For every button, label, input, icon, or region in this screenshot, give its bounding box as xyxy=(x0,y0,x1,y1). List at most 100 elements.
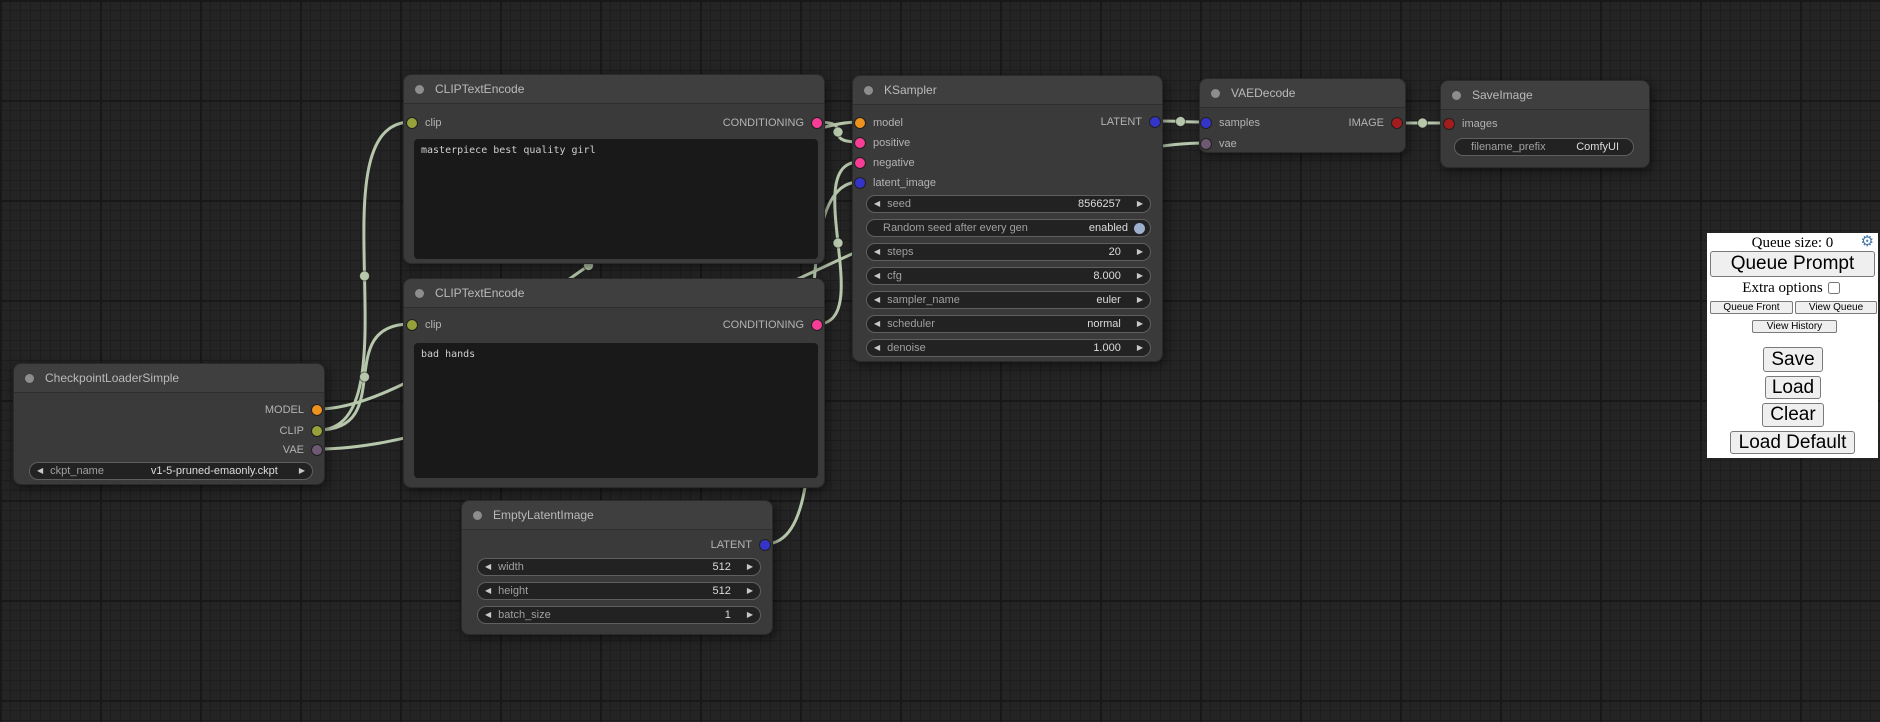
filename-prefix-widget[interactable]: filename_prefix ComfyUI xyxy=(1454,138,1634,156)
decrement-arrow-icon[interactable]: ◀ xyxy=(867,268,887,284)
node-ksampler[interactable]: KSampler model positive negative latent_… xyxy=(852,75,1163,362)
increment-arrow-icon[interactable]: ▶ xyxy=(1130,196,1150,212)
increment-arrow-icon[interactable]: ▶ xyxy=(1130,292,1150,308)
load-default-button[interactable]: Load Default xyxy=(1730,431,1855,454)
decrement-arrow-icon[interactable]: ◀ xyxy=(478,583,498,599)
decrement-arrow-icon[interactable]: ◀ xyxy=(867,316,887,332)
model-slot-dot-icon[interactable] xyxy=(312,405,322,415)
increment-arrow-icon[interactable]: ▶ xyxy=(1130,340,1150,356)
node-header[interactable]: KSampler xyxy=(853,76,1162,105)
steps-widget[interactable]: ◀ steps 20 ▶ xyxy=(866,243,1151,261)
width-widget[interactable]: ◀ width 512 ▶ xyxy=(477,558,761,576)
vae-slot-dot-icon[interactable] xyxy=(312,445,322,455)
clip-slot-dot-icon[interactable] xyxy=(407,320,417,330)
output-slot-model[interactable]: MODEL xyxy=(265,403,322,417)
clip-slot-dot-icon[interactable] xyxy=(312,426,322,436)
decrement-arrow-icon[interactable]: ◀ xyxy=(867,244,887,260)
node-header[interactable]: CLIPTextEncode xyxy=(404,75,824,104)
graph-canvas[interactable]: { "icons": { "arrow_left": "◀", "arrow_r… xyxy=(0,0,1880,722)
vae-slot-dot-icon[interactable] xyxy=(1201,139,1211,149)
input-slot-images[interactable]: images xyxy=(1444,117,1497,131)
collapse-dot-icon[interactable] xyxy=(473,511,482,520)
toggle-on-icon[interactable] xyxy=(1134,223,1145,234)
node-header[interactable]: SaveImage xyxy=(1441,81,1649,110)
sampler-name-combo[interactable]: ◀ sampler_name euler ▶ xyxy=(866,291,1151,309)
latent-slot-dot-icon[interactable] xyxy=(855,178,865,188)
increment-arrow-icon[interactable]: ▶ xyxy=(740,559,760,575)
image-slot-dot-icon[interactable] xyxy=(1444,119,1454,129)
input-slot-clip[interactable]: clip xyxy=(407,116,442,130)
output-slot-vae[interactable]: VAE xyxy=(283,443,322,457)
input-slot-positive[interactable]: positive xyxy=(855,136,910,150)
output-slot-clip[interactable]: CLIP xyxy=(280,424,322,438)
conditioning-slot-dot-icon[interactable] xyxy=(812,118,822,128)
increment-arrow-icon[interactable]: ▶ xyxy=(1130,268,1150,284)
conditioning-slot-dot-icon[interactable] xyxy=(812,320,822,330)
latent-slot-dot-icon[interactable] xyxy=(1201,118,1211,128)
increment-arrow-icon[interactable]: ▶ xyxy=(740,583,760,599)
queue-prompt-button[interactable]: Queue Prompt xyxy=(1710,251,1875,277)
decrement-arrow-icon[interactable]: ◀ xyxy=(867,196,887,212)
node-clip-text-encode-negative[interactable]: CLIPTextEncode clip CONDITIONING bad han… xyxy=(403,278,825,488)
output-slot-conditioning[interactable]: CONDITIONING xyxy=(723,318,822,332)
input-slot-negative[interactable]: negative xyxy=(855,156,915,170)
prompt-textarea[interactable]: bad hands xyxy=(414,343,818,478)
collapse-dot-icon[interactable] xyxy=(864,86,873,95)
collapse-dot-icon[interactable] xyxy=(25,374,34,383)
node-header[interactable]: EmptyLatentImage xyxy=(462,501,772,530)
decrement-arrow-icon[interactable]: ◀ xyxy=(478,559,498,575)
input-slot-clip[interactable]: clip xyxy=(407,318,442,332)
output-slot-conditioning[interactable]: CONDITIONING xyxy=(723,116,822,130)
collapse-dot-icon[interactable] xyxy=(1452,91,1461,100)
node-header[interactable]: CLIPTextEncode xyxy=(404,279,824,308)
latent-slot-dot-icon[interactable] xyxy=(1150,117,1160,127)
decrement-arrow-icon[interactable]: ◀ xyxy=(478,607,498,623)
save-button[interactable]: Save xyxy=(1763,347,1823,372)
image-slot-dot-icon[interactable] xyxy=(1392,118,1402,128)
random-seed-toggle[interactable]: Random seed after every gen enabled xyxy=(866,219,1151,237)
model-slot-dot-icon[interactable] xyxy=(855,118,865,128)
collapse-dot-icon[interactable] xyxy=(1211,89,1220,98)
view-queue-button[interactable]: View Queue xyxy=(1795,301,1877,314)
batch-size-widget[interactable]: ◀ batch_size 1 ▶ xyxy=(477,606,761,624)
decrement-arrow-icon[interactable]: ◀ xyxy=(30,463,50,479)
output-slot-image[interactable]: IMAGE xyxy=(1349,116,1402,130)
collapse-dot-icon[interactable] xyxy=(415,85,424,94)
load-button[interactable]: Load xyxy=(1765,376,1821,399)
node-header[interactable]: CheckpointLoaderSimple xyxy=(14,364,324,393)
prompt-textarea[interactable]: masterpiece best quality girl xyxy=(414,139,818,259)
output-slot-latent[interactable]: LATENT xyxy=(1101,115,1160,129)
node-save-image[interactable]: SaveImage images filename_prefix ComfyUI xyxy=(1440,80,1650,168)
decrement-arrow-icon[interactable]: ◀ xyxy=(867,340,887,356)
input-slot-latent-image[interactable]: latent_image xyxy=(855,176,936,190)
denoise-widget[interactable]: ◀ denoise 1.000 ▶ xyxy=(866,339,1151,357)
decrement-arrow-icon[interactable]: ◀ xyxy=(867,292,887,308)
input-slot-vae[interactable]: vae xyxy=(1201,137,1237,151)
increment-arrow-icon[interactable]: ▶ xyxy=(1130,316,1150,332)
queue-front-button[interactable]: Queue Front xyxy=(1710,301,1793,314)
node-clip-text-encode-positive[interactable]: CLIPTextEncode clip CONDITIONING masterp… xyxy=(403,74,825,264)
clip-slot-dot-icon[interactable] xyxy=(407,118,417,128)
node-empty-latent-image[interactable]: EmptyLatentImage LATENT ◀ width 512 ▶ ◀ … xyxy=(461,500,773,635)
seed-widget[interactable]: ◀ seed 8566257 ▶ xyxy=(866,195,1151,213)
view-history-button[interactable]: View History xyxy=(1752,320,1837,333)
clear-button[interactable]: Clear xyxy=(1762,403,1824,427)
input-slot-model[interactable]: model xyxy=(855,116,903,130)
extra-options-checkbox[interactable] xyxy=(1828,282,1840,294)
conditioning-slot-dot-icon[interactable] xyxy=(855,138,865,148)
increment-arrow-icon[interactable]: ▶ xyxy=(740,607,760,623)
conditioning-slot-dot-icon[interactable] xyxy=(855,158,865,168)
collapse-dot-icon[interactable] xyxy=(415,289,424,298)
height-widget[interactable]: ◀ height 512 ▶ xyxy=(477,582,761,600)
increment-arrow-icon[interactable]: ▶ xyxy=(292,463,312,479)
node-vae-decode[interactable]: VAEDecode samples vae IMAGE xyxy=(1199,78,1406,153)
settings-gear-icon[interactable]: ⚙ xyxy=(1861,234,1874,250)
scheduler-combo[interactable]: ◀ scheduler normal ▶ xyxy=(866,315,1151,333)
latent-slot-dot-icon[interactable] xyxy=(760,540,770,550)
cfg-widget[interactable]: ◀ cfg 8.000 ▶ xyxy=(866,267,1151,285)
input-slot-samples[interactable]: samples xyxy=(1201,116,1260,130)
increment-arrow-icon[interactable]: ▶ xyxy=(1130,244,1150,260)
node-header[interactable]: VAEDecode xyxy=(1200,79,1405,108)
node-checkpoint-loader[interactable]: CheckpointLoaderSimple MODEL CLIP VAE ◀ … xyxy=(13,363,325,485)
ckpt-name-combo[interactable]: ◀ ckpt_name v1-5-pruned-emaonly.ckpt ▶ xyxy=(29,462,313,480)
